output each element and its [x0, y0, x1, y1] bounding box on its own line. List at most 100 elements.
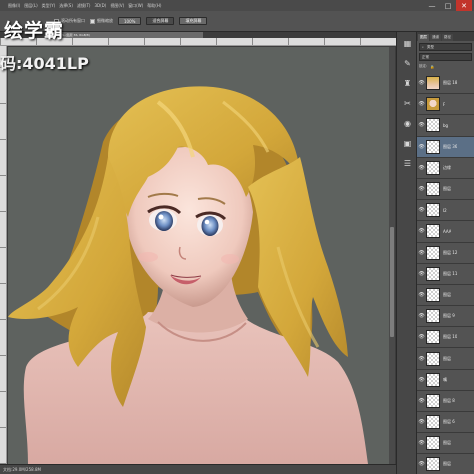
fill-screen-button[interactable]: 填充屏幕 — [179, 17, 208, 25]
layer-row[interactable]: 👁 AAA — [417, 221, 474, 243]
layers-panel: 图层 通道 路径 ⌕ 类型 正常 锁定: 🔒 👁 图层 18 👁 F 👁 bg 👁 图层 36… — [417, 32, 474, 474]
eye-icon[interactable]: 👁 — [417, 228, 426, 234]
menu-3d[interactable]: 3D(D) — [95, 3, 107, 8]
tab-layers[interactable]: 图层 — [418, 34, 429, 41]
layer-row[interactable]: 👁 边缘 — [417, 157, 474, 179]
eye-icon[interactable]: 👁 — [417, 144, 426, 150]
actions-icon[interactable]: ✂ — [402, 98, 413, 109]
zoom-100-button[interactable]: 100% — [118, 17, 142, 25]
layer-thumbnail — [426, 203, 440, 218]
layer-thumbnail — [426, 224, 440, 239]
eye-icon[interactable]: 👁 — [417, 165, 426, 171]
maximize-button[interactable]: □ — [440, 0, 456, 11]
layer-row[interactable]: 👁 图层 18 — [417, 73, 474, 95]
layer-row[interactable]: 👁 图层 9 — [417, 306, 474, 328]
eye-icon[interactable]: 👁 — [417, 398, 426, 404]
eye-icon[interactable]: 👁 — [417, 271, 426, 277]
layer-row[interactable]: 👁 图层 8 — [417, 390, 474, 412]
eye-icon[interactable]: 👁 — [417, 313, 426, 319]
menu-select[interactable]: 选择(S) — [59, 3, 73, 9]
lock-row: 锁定: 🔒 — [419, 63, 472, 70]
tab-paths[interactable]: 路径 — [442, 34, 453, 41]
history-icon[interactable]: ♜ — [402, 78, 413, 89]
layer-thumbnail — [426, 266, 440, 281]
eye-icon[interactable]: 👁 — [417, 122, 426, 128]
lock-icon[interactable]: 🔒 — [430, 65, 434, 69]
menu-view[interactable]: 视图(V) — [110, 3, 124, 9]
eye-icon[interactable]: 👁 — [417, 419, 426, 425]
layer-name: 图层 8 — [443, 397, 455, 403]
eye-icon[interactable]: 👁 — [417, 461, 426, 467]
eye-icon[interactable]: 👁 — [417, 440, 426, 446]
eye-icon[interactable]: 👁 — [417, 356, 426, 362]
blend-mode-label: 正常 — [422, 54, 429, 59]
layer-row[interactable]: 👁 图层 6 — [417, 412, 474, 434]
layer-row[interactable]: 👁 F — [417, 94, 474, 116]
menu-help[interactable]: 帮助(H) — [147, 3, 161, 9]
layer-thumbnail — [426, 351, 440, 366]
menu-bar: 图像(I) 图层(L) 类型(Y) 选择(S) 滤镜(T) 3D(D) 视图(V… — [0, 0, 474, 11]
eye-icon[interactable]: 👁 — [417, 292, 426, 298]
scrollbar-thumb[interactable] — [390, 227, 394, 337]
layer-name: 边缘 — [443, 164, 451, 170]
layer-name: 图层 9 — [443, 313, 455, 319]
tab-channels[interactable]: 通道 — [430, 34, 441, 41]
eye-icon[interactable]: 👁 — [417, 101, 426, 107]
layer-name: 图层 — [443, 440, 451, 446]
vertical-ruler — [0, 46, 7, 464]
menu-type[interactable]: 类型(Y) — [42, 3, 56, 9]
document-canvas[interactable] — [8, 47, 394, 464]
clone-source-icon[interactable]: ✎ — [402, 58, 413, 69]
properties-icon[interactable]: ☰ — [402, 158, 413, 169]
eye-icon[interactable]: 👁 — [417, 377, 426, 383]
menu-image[interactable]: 图像(I) — [8, 3, 20, 9]
scrubby-zoom-option[interactable]: 细微缩放 — [90, 18, 113, 24]
layer-thumbnail — [426, 160, 440, 175]
layer-filter-select[interactable]: ⌕ 类型 — [419, 43, 472, 51]
layer-row[interactable]: 👁 图层 — [417, 433, 474, 455]
layer-name: I2 — [443, 207, 447, 213]
adjustments-icon[interactable]: ▣ — [402, 138, 413, 149]
layer-name: 图层 — [443, 186, 451, 192]
layer-row[interactable]: 👁 图层 11 — [417, 263, 474, 285]
layer-row[interactable]: 👁 bg — [417, 115, 474, 137]
eye-icon[interactable]: 👁 — [417, 250, 426, 256]
canvas-vertical-scrollbar[interactable] — [389, 47, 395, 464]
fit-screen-button[interactable]: 适合屏幕 — [146, 17, 175, 25]
layer-name: AAA — [443, 228, 452, 234]
menu-filter[interactable]: 滤镜(T) — [77, 3, 91, 9]
layer-row[interactable]: 👁 图层 — [417, 178, 474, 201]
minimize-button[interactable]: — — [424, 0, 440, 11]
layer-row[interactable]: 👁 图层 — [417, 348, 474, 370]
layer-row[interactable]: 👁 图层 — [417, 454, 474, 474]
layer-name: 图层 10 — [443, 334, 458, 340]
layer-row[interactable]: 👁 I2 — [417, 200, 474, 222]
layer-thumbnail — [426, 393, 440, 408]
swatches-icon[interactable]: ◉ — [402, 118, 413, 129]
menu-window[interactable]: 窗口(W) — [128, 3, 143, 9]
brush-settings-icon[interactable]: ▦ — [402, 38, 413, 49]
eye-icon[interactable]: 👁 — [417, 186, 426, 192]
layer-name: 图层 — [443, 461, 451, 467]
layer-row[interactable]: 👁 图层 — [417, 284, 474, 307]
layer-name: 图层 — [443, 291, 451, 297]
eye-icon[interactable]: 👁 — [417, 207, 426, 213]
layer-row[interactable]: 👁 嘴 — [417, 369, 474, 391]
scrubby-zoom-checkbox[interactable] — [90, 18, 95, 24]
blend-mode-select[interactable]: 正常 — [419, 53, 472, 61]
eye-icon[interactable]: 👁 — [417, 80, 426, 86]
layer-row[interactable]: 👁 图层 36 — [417, 136, 474, 158]
menu-layer[interactable]: 图层(L) — [24, 3, 37, 9]
layer-row[interactable]: 👁 图层 10 — [417, 327, 474, 349]
eye-icon[interactable]: 👁 — [417, 334, 426, 340]
layer-name: 图层 6 — [443, 419, 455, 425]
portrait-painting — [8, 86, 369, 464]
lock-label: 锁定: — [419, 64, 428, 68]
layer-thumbnail — [426, 118, 440, 133]
panel-dock: ▦ ✎ ♜ ✂ ◉ ▣ ☰ — [396, 32, 417, 474]
layer-thumbnail — [426, 330, 440, 345]
layer-row[interactable]: 👁 图层 12 — [417, 242, 474, 264]
layer-name: 嘴 — [443, 376, 447, 382]
layer-thumbnail — [426, 245, 440, 260]
close-button[interactable]: ✕ — [456, 0, 472, 11]
